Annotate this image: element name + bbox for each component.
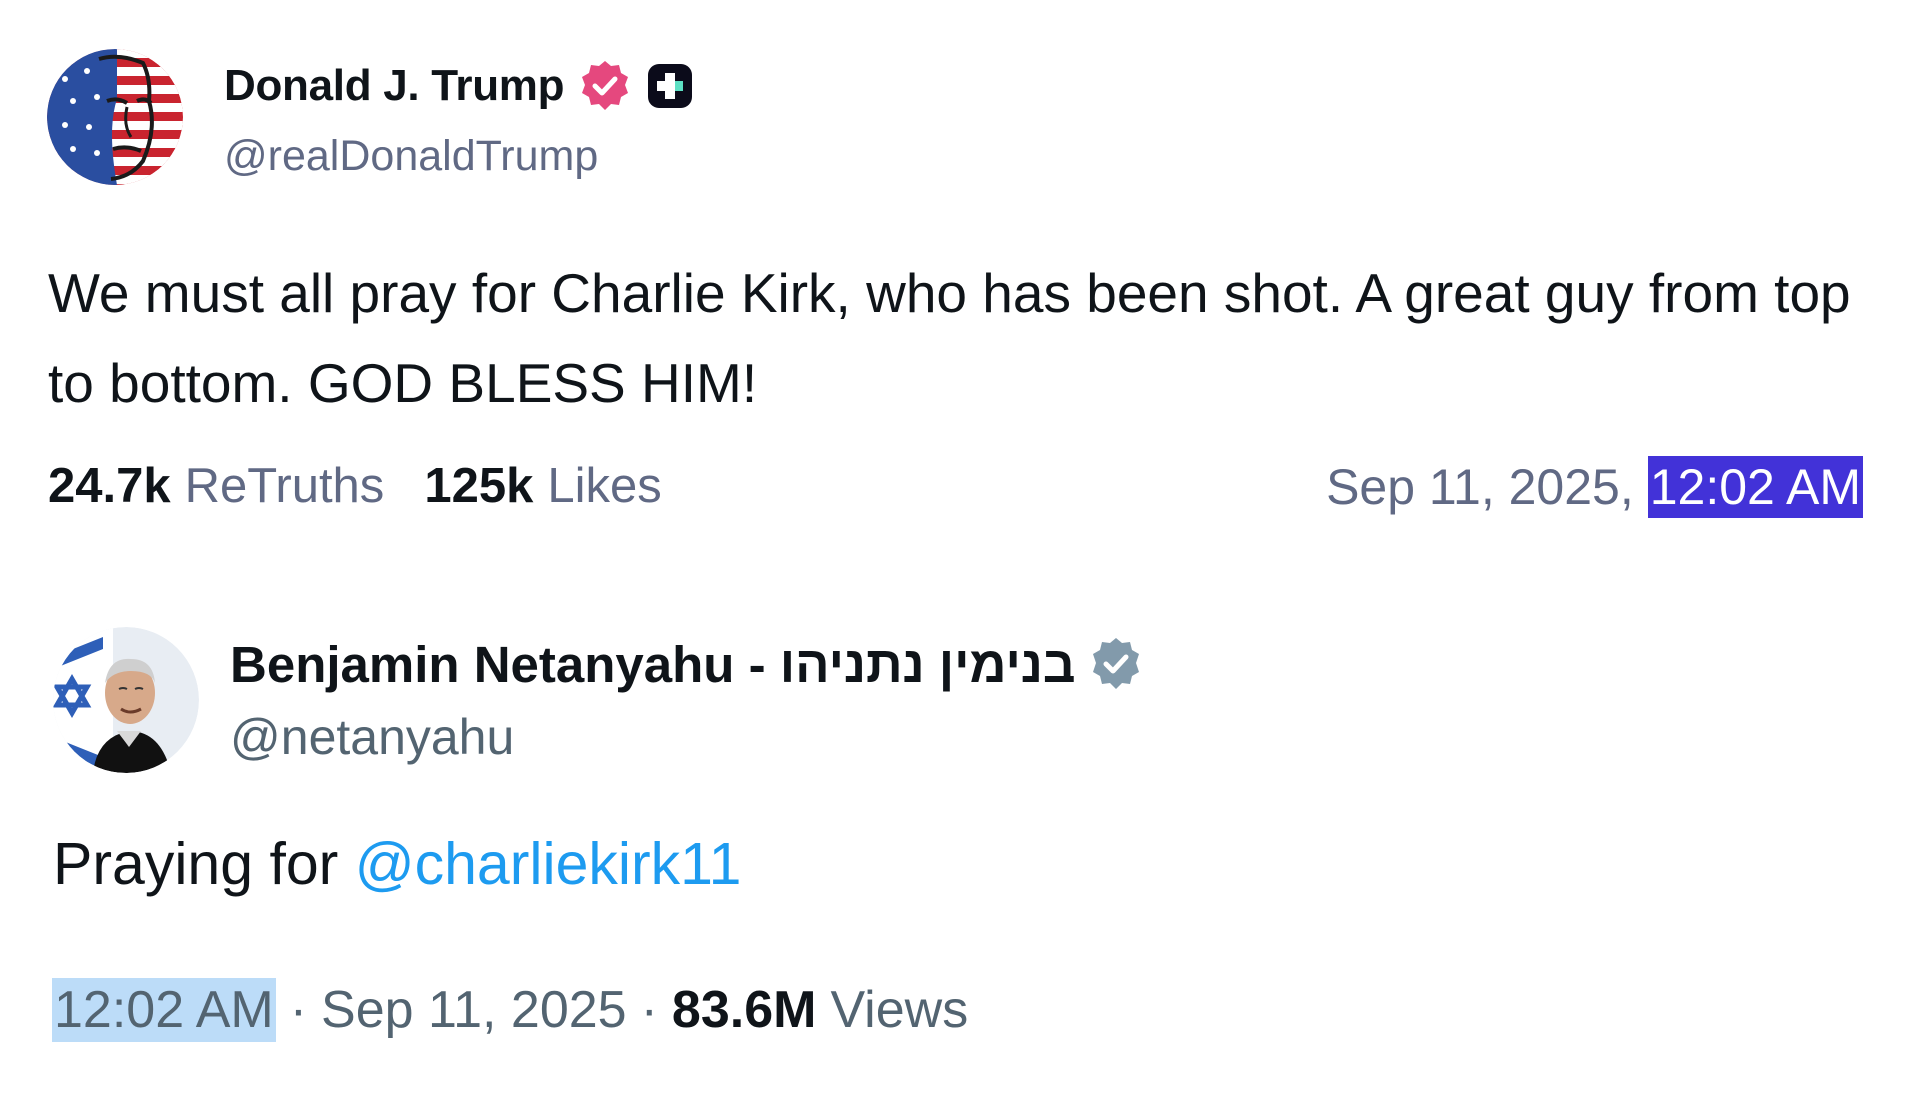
- mention-link[interactable]: @charliekirk11: [355, 831, 742, 897]
- flag-face-avatar-icon: [47, 49, 183, 185]
- separator-dot: ·: [640, 981, 658, 1039]
- author-handle[interactable]: @realDonaldTrump: [224, 132, 598, 181]
- gray-verified-icon: [1088, 636, 1144, 692]
- display-name[interactable]: Donald J. Trump: [224, 61, 565, 111]
- truth-social-plus-icon: [646, 62, 694, 110]
- retruths-stat[interactable]: 24.7k ReTruths: [48, 458, 384, 514]
- author-row: Donald J. Trump: [224, 58, 694, 114]
- portrait-avatar-icon: [53, 627, 199, 773]
- author-row: Benjamin Netanyahu - בנימין נתניהו: [230, 634, 1144, 694]
- avatar[interactable]: [53, 627, 199, 773]
- likes-stat[interactable]: 125k Likes: [424, 458, 661, 514]
- post-time-selected: 12:02 AM: [1647, 456, 1863, 518]
- retruths-label: ReTruths: [184, 459, 385, 513]
- post-date: Sep 11, 2025,: [1326, 459, 1634, 515]
- pink-verified-icon: [578, 59, 632, 113]
- post-timestamp[interactable]: Sep 11, 2025, 12:02 AM: [1326, 456, 1863, 518]
- views-count: 83.6M: [671, 981, 817, 1039]
- tweet-post: Benjamin Netanyahu - בנימין נתניהו @neta…: [0, 600, 1916, 1112]
- likes-label: Likes: [547, 459, 662, 513]
- post-text: We must all pray for Charlie Kirk, who h…: [48, 262, 1851, 414]
- post-meta: 12:02 AM · Sep 11, 2025 · 83.6M Views: [52, 978, 968, 1042]
- views-label: Views: [830, 981, 969, 1039]
- post-time-selected[interactable]: 12:02 AM: [52, 978, 276, 1042]
- post-date[interactable]: Sep 11, 2025: [321, 980, 627, 1040]
- avatar[interactable]: [47, 49, 183, 185]
- retruths-count: 24.7k: [48, 459, 171, 513]
- author-handle[interactable]: @netanyahu: [230, 708, 514, 766]
- post-text-prefix: Praying for: [53, 831, 339, 897]
- engagement-stats: 24.7k ReTruths 125k Likes: [48, 458, 662, 514]
- separator-dot: ·: [289, 981, 308, 1039]
- truth-post: Donald J. Trump @realDonaldTrump We must…: [0, 0, 1916, 560]
- post-text: Praying for @charliekirk11: [53, 830, 741, 898]
- display-name[interactable]: Benjamin Netanyahu - בנימין נתניהו: [230, 635, 1076, 694]
- likes-count: 125k: [424, 459, 534, 513]
